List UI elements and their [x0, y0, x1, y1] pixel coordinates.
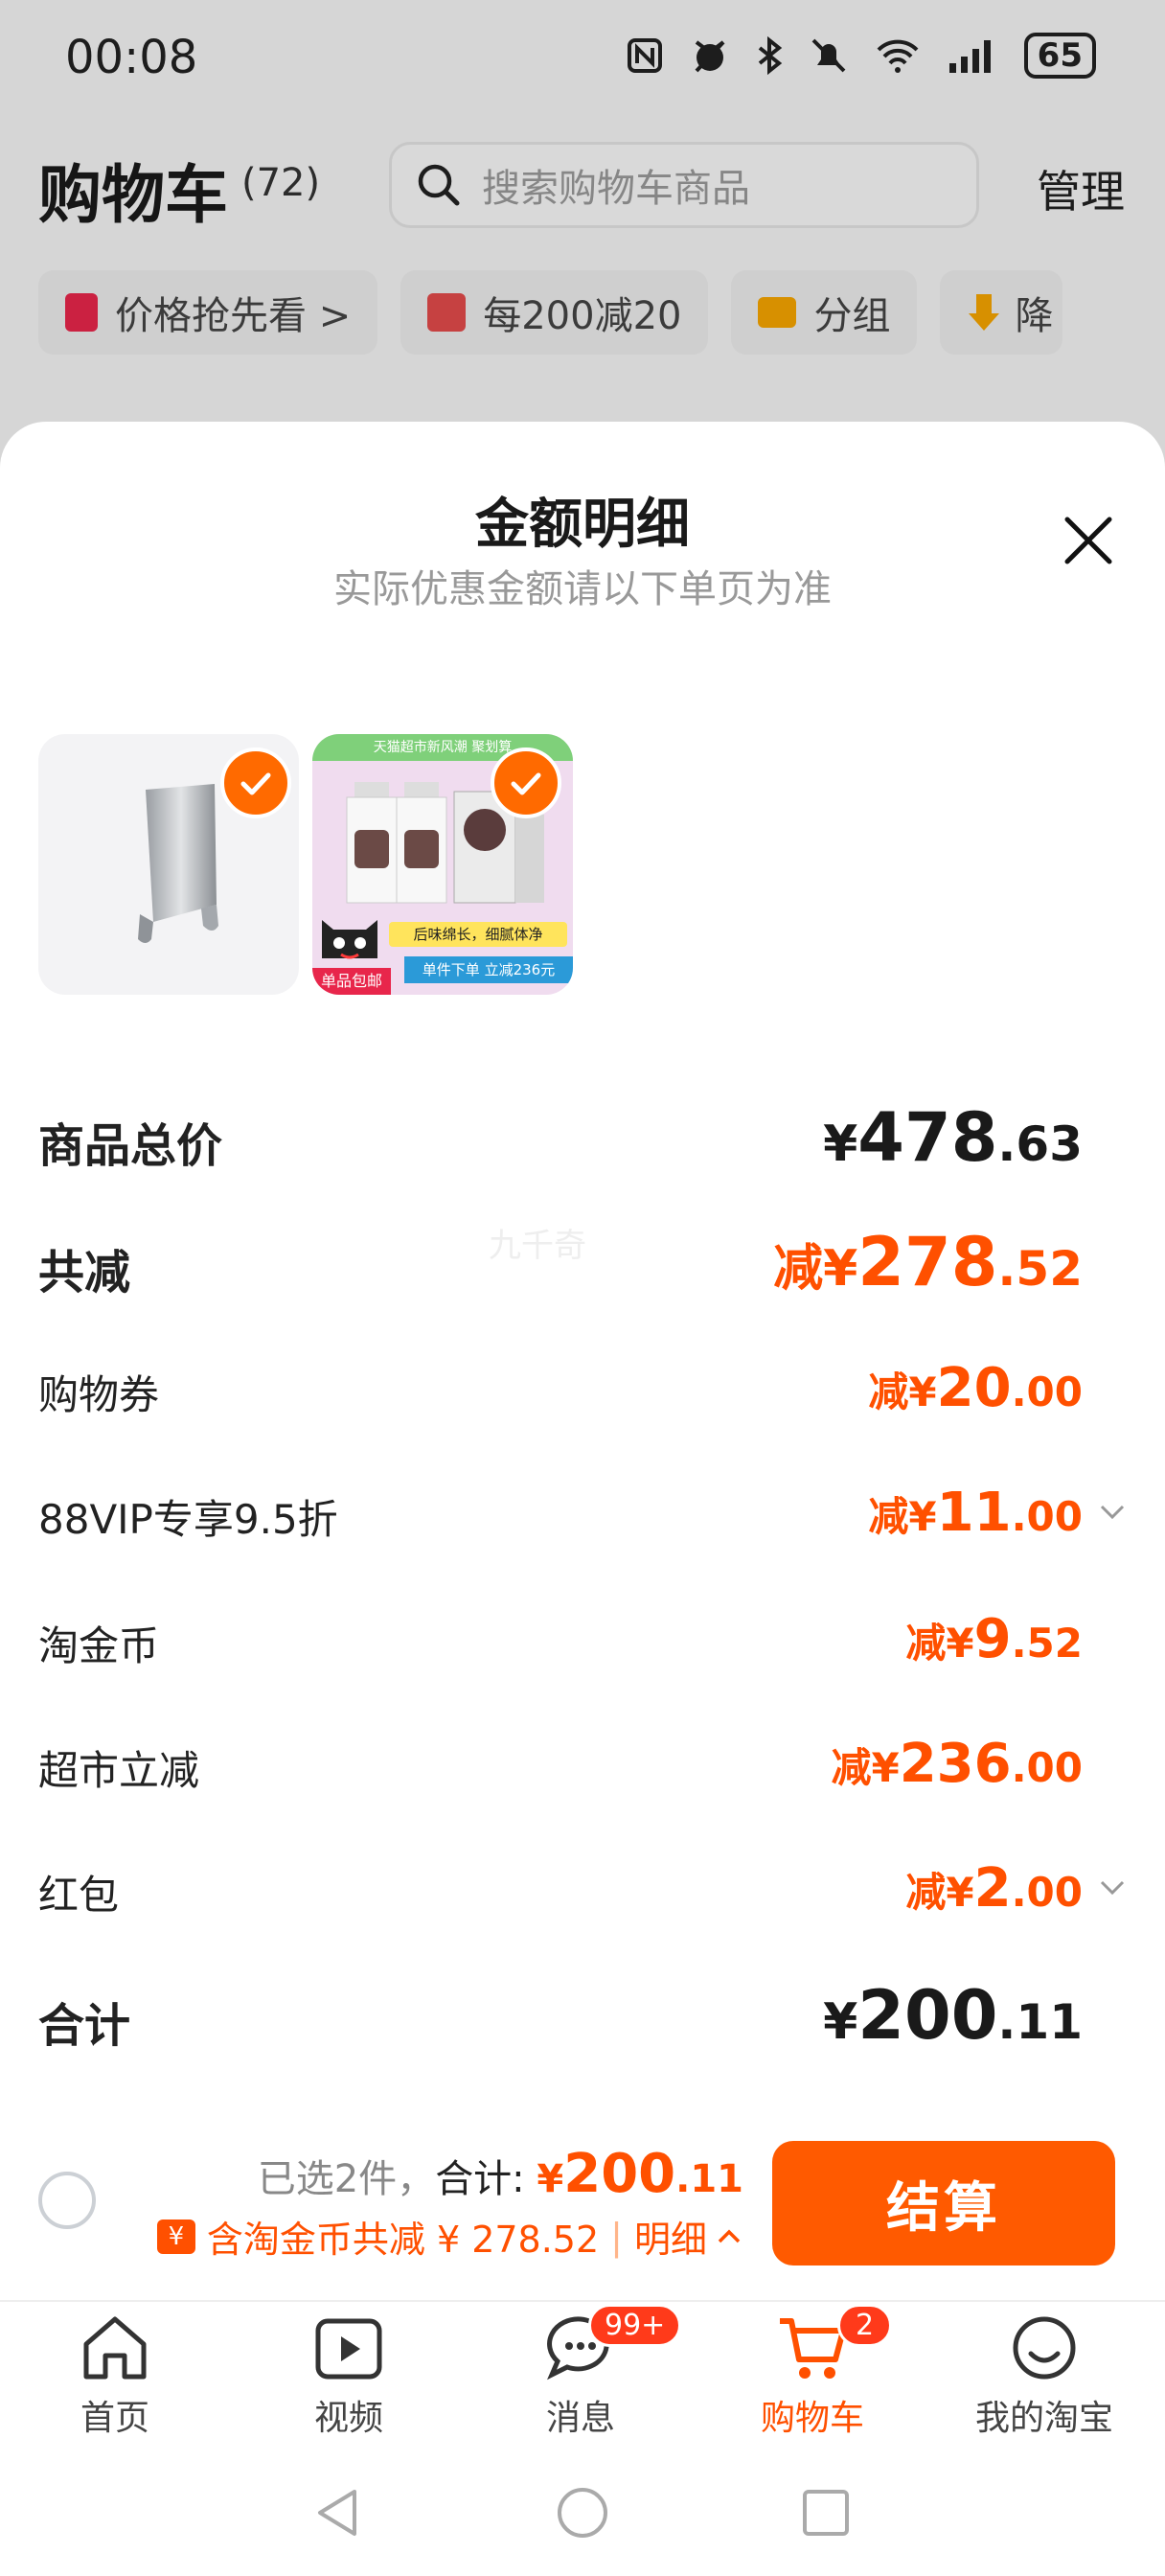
chevron-down-icon[interactable] [1098, 1873, 1127, 1901]
tab-profile[interactable]: 我的淘宝 [958, 2310, 1131, 2440]
coin-icon: ¥ [156, 2219, 195, 2254]
thumb-tagline: 后味绵长，细腻体净 [389, 922, 567, 947]
home-circle-icon[interactable] [556, 2486, 609, 2540]
select-all-radio[interactable] [38, 2172, 96, 2229]
row-value-total-discount: 减¥278.52 [773, 1223, 1083, 1301]
tab-home[interactable]: 首页 [29, 2310, 201, 2440]
row-value-coupon: 减¥20.00 [868, 1357, 1083, 1419]
close-icon[interactable] [1062, 514, 1115, 567]
home-icon [83, 2316, 147, 2380]
video-icon [315, 2318, 382, 2380]
row-label-total: 合计 [38, 1999, 131, 2053]
selection-summary: 已选2件，合计: ¥200.11 [257, 2143, 743, 2205]
row-label-subtotal: 商品总价 [38, 1119, 223, 1173]
sheet-title: 金额明细 [475, 494, 690, 556]
watermark: 九千奇 [489, 1227, 586, 1265]
selected-check[interactable] [491, 748, 561, 818]
row-value-supermarket: 减¥236.00 [831, 1733, 1083, 1795]
row-label-total-discount: 共减 [38, 1246, 131, 1300]
thumb-corner-label: 单品包邮 [312, 968, 391, 995]
selection-total: ¥200.11 [537, 2143, 743, 2205]
row-value-subtotal: ¥478.63 [823, 1098, 1083, 1177]
row-value-coins: 减¥9.52 [905, 1608, 1083, 1670]
row-value-total: ¥200.11 [823, 1976, 1083, 2055]
tmall-cat-icon [322, 920, 377, 959]
recents-icon[interactable] [801, 2488, 851, 2538]
row-label-vip[interactable]: 88VIP专享9.5折 [38, 1487, 338, 1546]
back-icon[interactable] [312, 2486, 362, 2540]
row-label-redpacket[interactable]: 红包 [38, 1863, 119, 1921]
selected-check[interactable] [220, 748, 291, 818]
row-value-vip[interactable]: 减¥11.00 [868, 1482, 1083, 1544]
tab-video[interactable]: 视频 [263, 2310, 435, 2440]
product-thumbnail-liquor[interactable]: 天猫超市新风潮 聚划算 后味绵长，细腻体净 单件下单 立减236元 单品包邮 [312, 734, 573, 995]
cart-badge: 2 [837, 2304, 893, 2347]
profile-icon [1013, 2316, 1076, 2380]
check-icon [511, 772, 541, 795]
product-thumbnail-hook[interactable] [38, 734, 299, 995]
thumb-promo: 单件下单 立减236元 [404, 956, 573, 983]
sheet-subtitle: 实际优惠金额请以下单页为准 [333, 567, 832, 611]
chevron-down-icon[interactable] [1098, 1497, 1127, 1526]
row-label-coins: 淘金币 [38, 1622, 160, 1669]
savings-detail-link[interactable]: ¥ 含淘金币共减 ¥ 278.52 | 明细 [156, 2210, 743, 2263]
row-value-redpacket[interactable]: 减¥2.00 [905, 1857, 1083, 1920]
check-icon [240, 772, 271, 795]
row-label-supermarket: 超市立减 [38, 1747, 200, 1794]
system-nav-bar [0, 2444, 1165, 2576]
checkout-button[interactable]: 结算 [772, 2141, 1115, 2266]
row-label-coupon: 购物券 [38, 1371, 160, 1418]
messages-badge: 99+ [588, 2304, 682, 2347]
chevron-up-icon [718, 2229, 741, 2242]
